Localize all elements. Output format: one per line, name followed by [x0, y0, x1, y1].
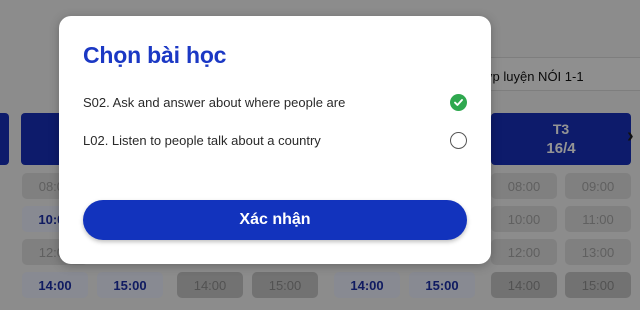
- radio-circle-icon[interactable]: [450, 131, 467, 149]
- dialog-title: Chọn bài học: [83, 42, 227, 68]
- lesson-label: S02. Ask and answer about where people a…: [83, 94, 346, 110]
- confirm-button[interactable]: Xác nhận: [83, 200, 467, 240]
- check-circle-icon[interactable]: [450, 93, 467, 111]
- lesson-label: L02. Listen to people talk about a count…: [83, 132, 321, 148]
- lesson-option-s02[interactable]: S02. Ask and answer about where people a…: [83, 90, 467, 114]
- select-lesson-dialog: Chọn bài học S02. Ask and answer about w…: [59, 16, 491, 264]
- lesson-option-l02[interactable]: L02. Listen to people talk about a count…: [83, 128, 467, 152]
